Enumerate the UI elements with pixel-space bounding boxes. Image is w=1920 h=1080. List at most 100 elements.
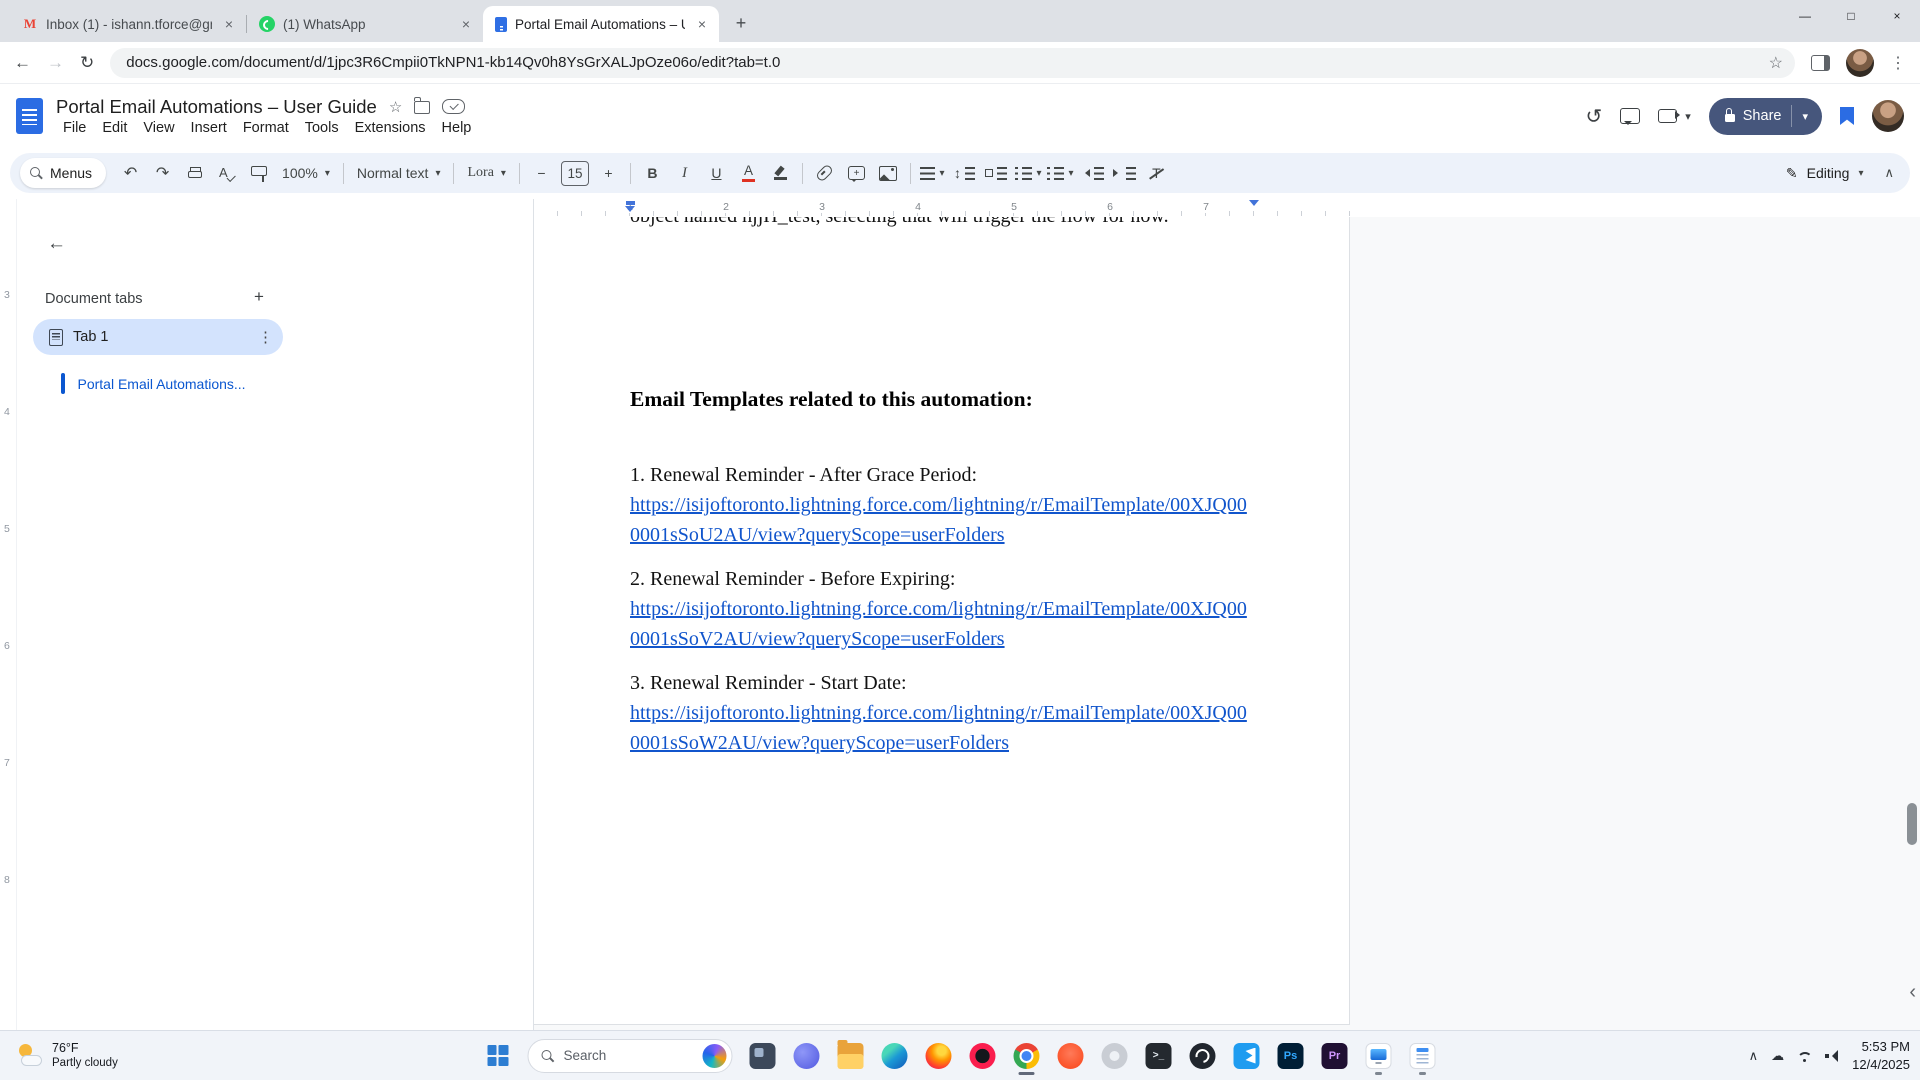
taskbar-file-explorer-icon[interactable] xyxy=(831,1035,871,1077)
taskbar-clock[interactable]: 5:53 PM 12/4/2025 xyxy=(1852,1038,1910,1073)
taskbar-chrome-icon[interactable] xyxy=(1007,1035,1047,1077)
insert-image-button[interactable] xyxy=(873,159,904,187)
template-link[interactable]: https://isijoftoronto.lightning.force.co… xyxy=(630,698,1253,758)
clear-formatting-button[interactable]: T xyxy=(1141,159,1172,187)
taskbar-edge-icon[interactable] xyxy=(875,1035,915,1077)
account-avatar[interactable] xyxy=(1872,100,1904,132)
reload-icon[interactable]: ↻ xyxy=(80,53,94,73)
start-button[interactable] xyxy=(478,1035,518,1077)
horizontal-ruler[interactable]: 1 2 3 4 5 6 7 xyxy=(534,199,1920,217)
tab-close-icon[interactable]: × xyxy=(457,15,475,33)
share-dropdown-icon[interactable]: ▾ xyxy=(1792,110,1818,123)
paint-format-button[interactable] xyxy=(243,159,274,187)
highlight-button[interactable] xyxy=(765,159,796,187)
decrease-font-button[interactable]: − xyxy=(526,159,557,187)
menu-edit[interactable]: Edit xyxy=(95,119,134,137)
taskbar-obs-icon[interactable] xyxy=(1183,1035,1223,1077)
version-history-icon[interactable]: ↺ xyxy=(1585,104,1602,129)
taskbar-task-view-icon[interactable] xyxy=(743,1035,783,1077)
menu-file[interactable]: File xyxy=(56,119,93,137)
address-bar[interactable]: docs.google.com/document/d/1jpc3R6Cmpii0… xyxy=(110,48,1795,78)
url-text[interactable]: docs.google.com/document/d/1jpc3R6Cmpii0… xyxy=(126,54,1752,71)
undo-button[interactable]: ↶ xyxy=(115,159,146,187)
taskbar-remote-desktop-icon[interactable] xyxy=(1359,1035,1399,1077)
google-docs-logo[interactable] xyxy=(16,98,43,134)
taskbar-notepad-icon[interactable] xyxy=(1403,1035,1443,1077)
bullet-list-button[interactable]: ▾ xyxy=(1013,159,1044,187)
browser-tab-docs[interactable]: Portal Email Automations – Use... × xyxy=(483,6,719,42)
font-size-input[interactable]: 15 xyxy=(561,161,589,186)
sidebar-item-tab1[interactable]: Tab 1 ⋮ xyxy=(33,319,283,355)
menu-help[interactable]: Help xyxy=(435,119,479,137)
move-folder-icon[interactable] xyxy=(414,101,430,114)
menu-tools[interactable]: Tools xyxy=(298,119,346,137)
collapse-toolbar-icon[interactable]: ∧ xyxy=(1884,165,1894,181)
menu-view[interactable]: View xyxy=(136,119,181,137)
editing-mode-button[interactable]: ✎ Editing ▾ xyxy=(1786,165,1868,182)
bold-button[interactable]: B xyxy=(637,159,668,187)
tasks-bookmark-icon[interactable] xyxy=(1840,107,1854,125)
text-color-button[interactable]: A xyxy=(733,159,764,187)
star-icon[interactable]: ☆ xyxy=(389,98,402,116)
forward-icon[interactable]: → xyxy=(47,53,64,73)
align-button[interactable]: ▾ xyxy=(917,159,948,187)
numbered-list-button[interactable]: ▾ xyxy=(1045,159,1076,187)
template-link[interactable]: https://isijoftoronto.lightning.force.co… xyxy=(630,594,1253,654)
taskbar-search[interactable]: Search xyxy=(528,1039,733,1073)
add-tab-icon[interactable]: + xyxy=(254,287,264,307)
browser-tab-gmail[interactable]: M Inbox (1) - ishann.tforce@gma... × xyxy=(10,6,246,42)
left-indent-marker[interactable] xyxy=(625,201,635,217)
onedrive-cloud-icon[interactable]: ☁ xyxy=(1771,1048,1784,1064)
taskbar-opera-icon[interactable] xyxy=(963,1035,1003,1077)
redo-button[interactable]: ↷ xyxy=(147,159,178,187)
wifi-icon[interactable] xyxy=(1797,1050,1812,1062)
browser-tab-whatsapp[interactable]: (1) WhatsApp × xyxy=(247,6,483,42)
line-spacing-button[interactable]: ↕ xyxy=(949,159,980,187)
volume-icon[interactable] xyxy=(1825,1050,1839,1062)
menu-insert[interactable]: Insert xyxy=(184,119,234,137)
menus-button[interactable]: Menus xyxy=(20,158,106,188)
document-body[interactable]: object named hjjH_test, selecting that w… xyxy=(534,217,1349,758)
tray-overflow-chevron-icon[interactable]: ∧ xyxy=(1749,1048,1759,1064)
increase-font-button[interactable]: + xyxy=(593,159,624,187)
share-button[interactable]: Share ▾ xyxy=(1709,98,1822,135)
weather-widget[interactable]: 76°F Partly cloudy xyxy=(10,1031,124,1080)
taskbar-terminal-icon[interactable]: >_ xyxy=(1139,1035,1179,1077)
taskbar-firefox-icon[interactable] xyxy=(919,1035,959,1077)
taskbar-settings-icon[interactable] xyxy=(1095,1035,1135,1077)
side-panel-icon[interactable] xyxy=(1811,55,1830,71)
tab-options-icon[interactable]: ⋮ xyxy=(258,328,273,346)
tab-close-icon[interactable]: × xyxy=(220,15,238,33)
template-link[interactable]: https://isijoftoronto.lightning.force.co… xyxy=(630,490,1253,550)
paragraph-style-select[interactable]: Normal text ▾ xyxy=(350,159,448,187)
cloud-saved-icon[interactable] xyxy=(442,99,465,114)
sidebar-back-icon[interactable]: ← xyxy=(47,233,66,255)
taskbar-photoshop-icon[interactable]: Ps xyxy=(1271,1035,1311,1077)
zoom-select[interactable]: 100% ▾ xyxy=(275,159,337,187)
add-comment-button[interactable]: + xyxy=(841,159,872,187)
italic-button[interactable]: I xyxy=(669,159,700,187)
browser-menu-icon[interactable]: ⋮ xyxy=(1890,53,1906,73)
indent-button[interactable] xyxy=(1109,159,1140,187)
comments-icon[interactable] xyxy=(1620,108,1640,124)
insert-link-button[interactable] xyxy=(809,159,840,187)
taskbar-brave-icon[interactable] xyxy=(1051,1035,1091,1077)
menu-extensions[interactable]: Extensions xyxy=(348,119,433,137)
back-icon[interactable]: ← xyxy=(14,53,31,73)
close-button[interactable]: × xyxy=(1874,0,1920,32)
bookmark-star-icon[interactable]: ☆ xyxy=(1763,53,1789,73)
underline-button[interactable]: U xyxy=(701,159,732,187)
tab-close-icon[interactable]: × xyxy=(693,15,711,33)
checklist-button[interactable] xyxy=(981,159,1012,187)
document-title[interactable]: Portal Email Automations – User Guide xyxy=(56,96,377,118)
browser-prof avatar[interactable] xyxy=(1846,49,1874,77)
meet-icon[interactable]: ▾ xyxy=(1658,109,1691,123)
taskbar-vscode-icon[interactable] xyxy=(1227,1035,1267,1077)
scrollbar-thumb[interactable] xyxy=(1907,803,1917,845)
taskbar-chat-icon[interactable] xyxy=(787,1035,827,1077)
menu-format[interactable]: Format xyxy=(236,119,296,137)
spellcheck-button[interactable]: A xyxy=(211,159,242,187)
outline-item[interactable]: Portal Email Automations... xyxy=(61,373,246,394)
minimize-button[interactable]: — xyxy=(1782,0,1828,32)
new-tab-button[interactable]: + xyxy=(727,9,755,37)
